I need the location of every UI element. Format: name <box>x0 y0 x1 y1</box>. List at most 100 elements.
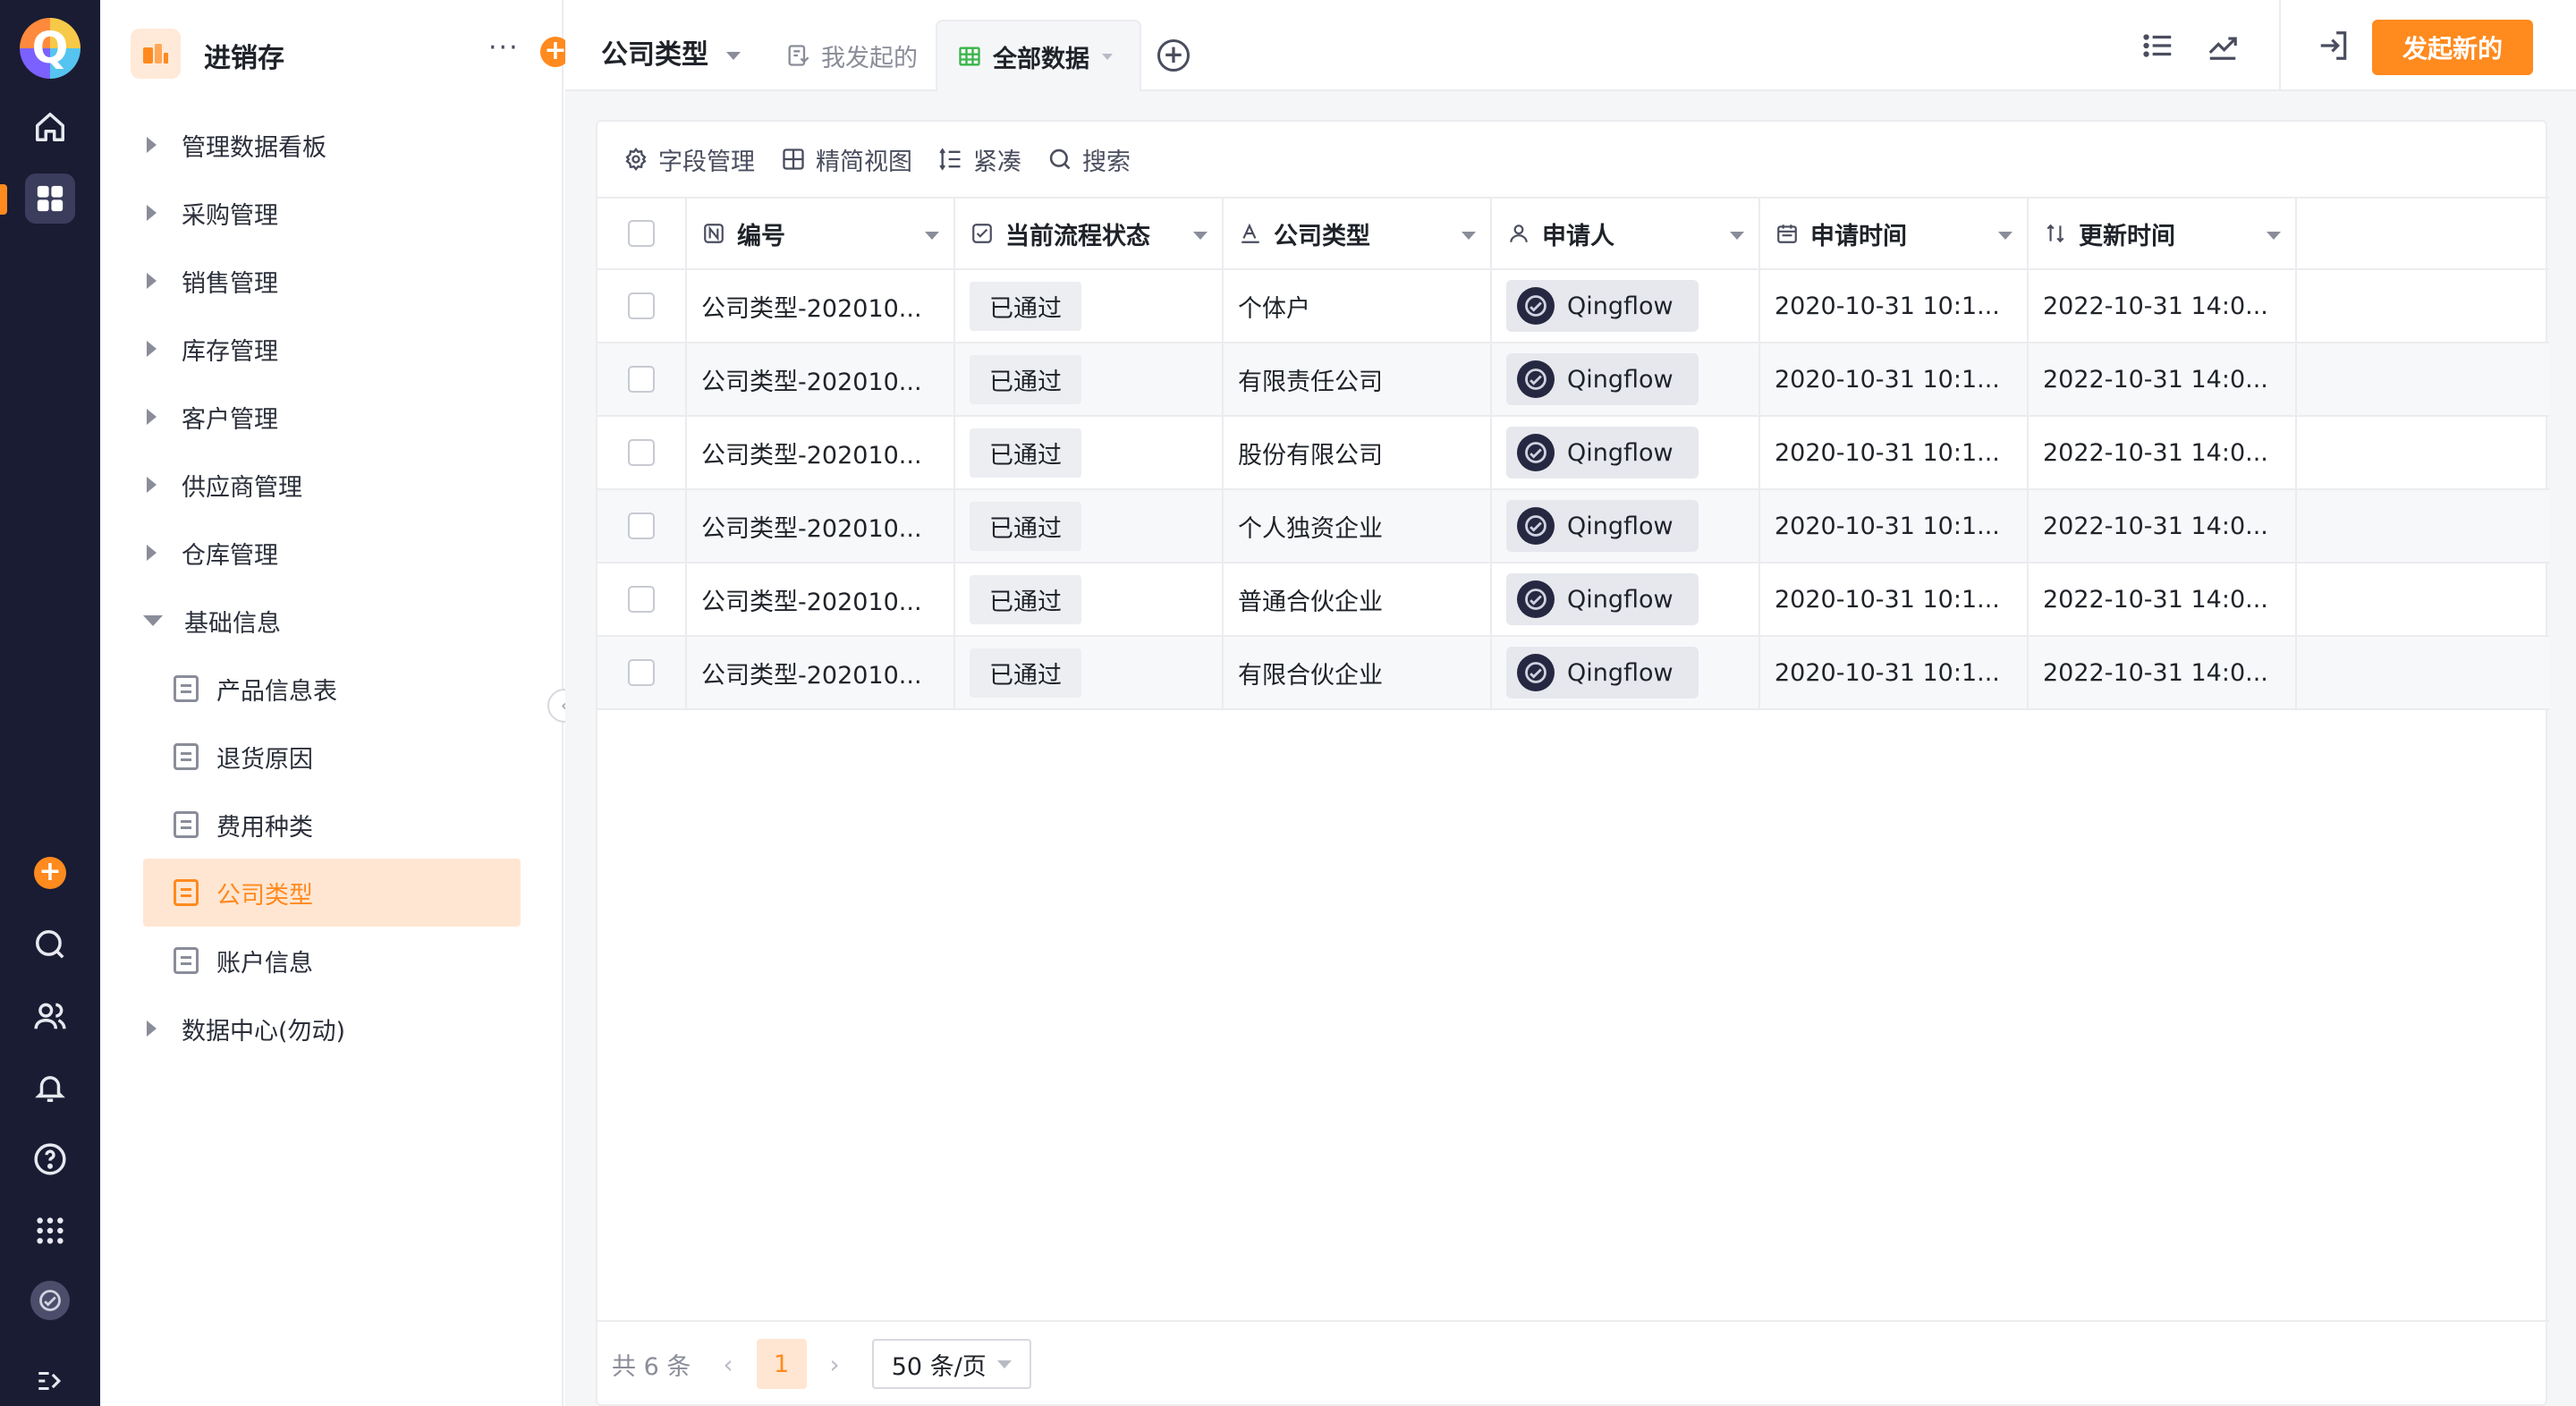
app-sidebar: 进销存 ··· + 管理数据看板 采购管理 销售管理 库存管理 客户管理 供应商… <box>100 0 571 1406</box>
bell-icon[interactable] <box>25 1063 75 1113</box>
next-page-icon[interactable]: › <box>830 1350 840 1379</box>
row-checkbox[interactable] <box>628 586 655 613</box>
row-checkbox[interactable] <box>628 659 655 686</box>
home-icon[interactable] <box>25 102 75 152</box>
help-icon[interactable] <box>25 1134 75 1184</box>
page-size-select[interactable]: 50 条/页 <box>871 1339 1031 1389</box>
form-title-dropdown[interactable]: 公司类型 <box>601 32 741 72</box>
cell-id[interactable]: 公司类型-202010... <box>687 563 955 635</box>
prev-page-icon[interactable]: ‹ <box>723 1350 733 1379</box>
chevron-down-icon <box>996 1359 1012 1368</box>
table-row[interactable]: 公司类型-202010... 已通过 股份有限公司 Qingflow 2020-… <box>597 417 2549 490</box>
user-chip[interactable]: Qingflow <box>1506 573 1699 625</box>
table-row[interactable]: 公司类型-202010... 已通过 普通合伙企业 Qingflow 2020-… <box>597 563 2549 637</box>
add-view-icon[interactable]: + <box>1157 39 1190 72</box>
column-header-applicant[interactable]: 申请人 <box>1492 199 1760 268</box>
user-chip[interactable]: Qingflow <box>1506 427 1699 479</box>
sidebar-subitem-expense-types[interactable]: 费用种类 <box>143 791 521 859</box>
row-checkbox[interactable] <box>628 439 655 466</box>
list-view-icon[interactable] <box>2140 27 2177 64</box>
user-chip[interactable]: Qingflow <box>1506 353 1699 405</box>
row-checkbox[interactable] <box>628 366 655 393</box>
sidebar-subitem-accounts[interactable]: 账户信息 <box>143 927 521 995</box>
avatar[interactable] <box>30 1281 70 1320</box>
sidebar-item-inventory[interactable]: 库存管理 <box>143 315 564 383</box>
sidebar-item-warehouse[interactable]: 仓库管理 <box>143 519 564 587</box>
sidebar-item-customers[interactable]: 客户管理 <box>143 383 564 451</box>
tab-all-data[interactable]: 全部数据 <box>936 20 1141 91</box>
cell-id[interactable]: 公司类型-202010... <box>687 343 955 415</box>
compact-button[interactable]: 紧凑 <box>937 142 1021 177</box>
user-chip[interactable]: Qingflow <box>1506 280 1699 332</box>
cell-company-type: 有限合伙企业 <box>1224 637 1492 708</box>
column-header-id[interactable]: 编号 <box>687 199 955 268</box>
sidebar-item-basic-info[interactable]: 基础信息 <box>143 587 564 655</box>
table-row[interactable]: 公司类型-202010... 已通过 个人独资企业 Qingflow 2020-… <box>597 490 2549 563</box>
avatar <box>1517 580 1555 618</box>
column-header-company-type[interactable]: 公司类型 <box>1224 199 1492 268</box>
sidebar-item-data-center[interactable]: 数据中心(勿动) <box>143 995 564 1063</box>
apps-grid-icon[interactable] <box>25 174 75 224</box>
simple-view-button[interactable]: 精简视图 <box>780 142 912 177</box>
sidebar-subitem-products[interactable]: 产品信息表 <box>143 655 521 723</box>
row-select-cell <box>597 270 687 342</box>
row-checkbox[interactable] <box>628 512 655 539</box>
caret-down-icon[interactable] <box>1730 232 1744 240</box>
field-manage-button[interactable]: 字段管理 <box>623 142 755 177</box>
status-badge: 已通过 <box>970 501 1081 551</box>
form-icon <box>174 947 199 974</box>
chart-icon[interactable] <box>2204 27 2241 64</box>
cell-id[interactable]: 公司类型-202010... <box>687 270 955 342</box>
cell-update-time: 2022-10-31 14:0... <box>2029 490 2297 562</box>
caret-right-icon <box>147 1021 157 1037</box>
search-icon[interactable] <box>25 919 75 970</box>
caret-down-icon[interactable] <box>1193 232 1208 240</box>
caret-down-icon[interactable] <box>2267 232 2281 240</box>
sidebar-item-sales[interactable]: 销售管理 <box>143 247 564 315</box>
team-icon[interactable] <box>25 991 75 1041</box>
row-checkbox[interactable] <box>628 292 655 319</box>
cell-id[interactable]: 公司类型-202010... <box>687 417 955 488</box>
expand-icon[interactable] <box>25 1356 75 1406</box>
caret-down-icon[interactable] <box>1462 232 1476 240</box>
caret-right-icon <box>147 341 157 357</box>
cell-applicant: Qingflow <box>1492 490 1760 562</box>
table-row[interactable]: 公司类型-202010... 已通过 有限合伙企业 Qingflow 2020-… <box>597 637 2549 710</box>
cell-applicant: Qingflow <box>1492 270 1760 342</box>
chevron-down-icon <box>726 52 741 60</box>
column-header-update-time[interactable]: 更新时间 <box>2029 199 2297 268</box>
import-icon[interactable] <box>2315 27 2352 64</box>
table-icon <box>959 47 980 66</box>
user-chip[interactable]: Qingflow <box>1506 500 1699 552</box>
caret-down-icon[interactable] <box>1998 232 2012 240</box>
cell-id[interactable]: 公司类型-202010... <box>687 637 955 708</box>
search-button[interactable]: 搜索 <box>1046 142 1131 177</box>
user-chip[interactable]: Qingflow <box>1506 647 1699 699</box>
column-header-status[interactable]: 当前流程状态 <box>955 199 1224 268</box>
more-icon[interactable]: ··· <box>488 32 520 64</box>
table-row[interactable]: 公司类型-202010... 已通过 个体户 Qingflow 2020-10-… <box>597 270 2549 343</box>
sidebar-subitem-return-reasons[interactable]: 退货原因 <box>143 723 521 791</box>
column-header-apply-time[interactable]: 申请时间 <box>1760 199 2029 268</box>
new-submission-button[interactable]: 发起新的 <box>2372 20 2533 75</box>
sidebar-subitem-company-types[interactable]: 公司类型 <box>143 859 521 927</box>
cell-applicant: Qingflow <box>1492 563 1760 635</box>
global-nav-rail: Q + <box>0 0 100 1406</box>
table-row[interactable]: 公司类型-202010... 已通过 有限责任公司 Qingflow 2020-… <box>597 343 2549 417</box>
qingflow-logo[interactable]: Q <box>20 18 80 79</box>
select-all-checkbox[interactable] <box>628 220 655 247</box>
current-page[interactable]: 1 <box>756 1339 807 1389</box>
cell-apply-time: 2020-10-31 10:1... <box>1760 417 2029 488</box>
cell-apply-time: 2020-10-31 10:1... <box>1760 637 2029 708</box>
chevron-down-icon[interactable] <box>1102 53 1113 60</box>
calendar-icon <box>1775 221 1800 246</box>
sidebar-item-suppliers[interactable]: 供应商管理 <box>143 451 564 519</box>
tab-my-submissions[interactable]: 我发起的 <box>785 20 918 91</box>
caret-down-icon[interactable] <box>925 232 939 240</box>
avatar <box>1517 507 1555 545</box>
app-launcher-icon[interactable] <box>25 1206 75 1256</box>
sidebar-item-purchase[interactable]: 采购管理 <box>143 179 564 247</box>
cell-id[interactable]: 公司类型-202010... <box>687 490 955 562</box>
add-icon[interactable]: + <box>34 857 66 889</box>
sidebar-item-dashboard[interactable]: 管理数据看板 <box>143 111 564 179</box>
